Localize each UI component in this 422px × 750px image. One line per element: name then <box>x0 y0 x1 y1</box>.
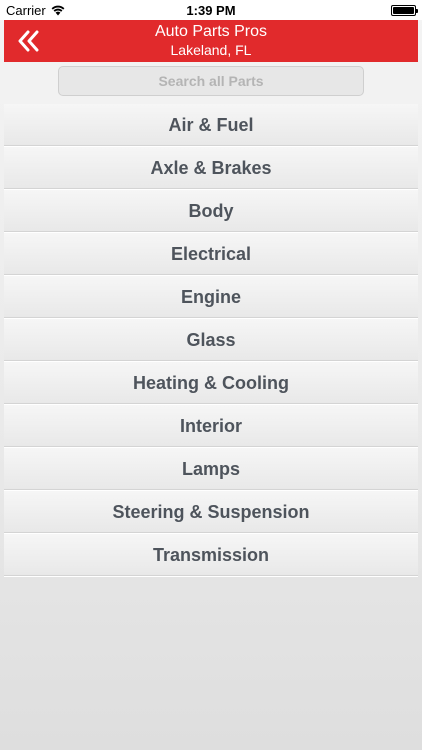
double-chevron-left-icon <box>18 30 39 52</box>
location-subtitle: Lakeland, FL <box>170 42 252 58</box>
status-time: 1:39 PM <box>186 3 236 18</box>
category-air-fuel[interactable]: Air & Fuel <box>4 104 418 147</box>
category-lamps[interactable]: Lamps <box>4 448 418 491</box>
battery-fill <box>393 7 414 14</box>
category-steering-suspension[interactable]: Steering & Suspension <box>4 491 418 534</box>
category-electrical[interactable]: Electrical <box>4 233 418 276</box>
category-transmission[interactable]: Transmission <box>4 534 418 577</box>
category-axle-brakes[interactable]: Axle & Brakes <box>4 147 418 190</box>
category-heating-cooling[interactable]: Heating & Cooling <box>4 362 418 405</box>
search-bar <box>58 66 364 96</box>
back-button[interactable] <box>12 27 44 55</box>
category-list: Air & Fuel Axle & Brakes Body Electrical… <box>4 104 418 577</box>
category-engine[interactable]: Engine <box>4 276 418 319</box>
category-interior[interactable]: Interior <box>4 405 418 448</box>
search-input[interactable] <box>58 66 364 96</box>
battery-icon <box>391 5 418 16</box>
app-header: Auto Parts Pros Lakeland, FL <box>4 20 418 62</box>
status-bar: Carrier 1:39 PM <box>0 0 422 20</box>
category-glass[interactable]: Glass <box>4 319 418 362</box>
page-title: Auto Parts Pros <box>154 23 268 40</box>
category-body[interactable]: Body <box>4 190 418 233</box>
header-titles: Auto Parts Pros Lakeland, FL <box>4 23 418 59</box>
